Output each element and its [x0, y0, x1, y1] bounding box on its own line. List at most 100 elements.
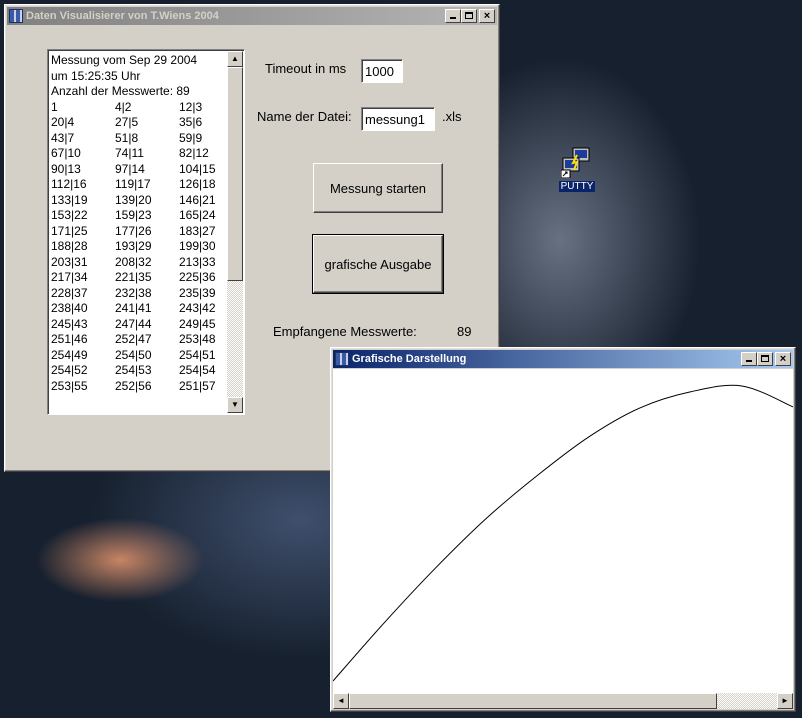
list-value: 225|36: [179, 270, 216, 284]
list-value: 228|37: [51, 285, 88, 300]
list-header-line: Messung vom Sep 29 2004: [51, 53, 198, 67]
list-item: 251|46 252|47 253|48: [51, 332, 226, 348]
app-icon[interactable]: [9, 9, 23, 23]
timeout-label: Timeout in ms: [265, 61, 347, 76]
list-value: 254|52: [51, 363, 88, 377]
list-vertical-scrollbar[interactable]: ▲ ▼: [227, 51, 243, 413]
list-item: 112|16 119|17 126|18: [51, 177, 226, 193]
list-item: 217|34 221|35 225|36: [51, 270, 226, 286]
list-value: 119|17: [115, 177, 151, 191]
list-item: 171|25 177|26 183|27: [51, 224, 226, 240]
list-value: 193|29: [115, 239, 152, 253]
putty-desktop-icon[interactable]: PUTTY: [558, 146, 596, 192]
list-value: 254|51: [179, 347, 216, 362]
measurement-listbox[interactable]: Messung vom Sep 29 2004 um 15:25:35 Uhr …: [47, 49, 245, 415]
list-value: 90|13: [51, 161, 81, 176]
list-value: 251|46: [51, 332, 88, 346]
list-value: 51|8: [115, 130, 139, 145]
close-button[interactable]: ×: [479, 9, 495, 23]
maximize-icon: [465, 12, 473, 19]
scroll-down-button[interactable]: ▼: [227, 397, 243, 413]
list-item: 245|43 247|44 249|45: [51, 317, 226, 333]
list-item: 203|31 208|32 213|33: [51, 255, 226, 271]
list-value: 254|50: [115, 347, 152, 362]
graph-app-icon[interactable]: [335, 352, 349, 366]
scroll-right-icon: ►: [781, 696, 789, 705]
list-value: 139|20: [115, 192, 152, 207]
list-value: 238|40: [51, 301, 88, 315]
graph-window-title: Grafische Darstellung: [352, 353, 467, 365]
start-measurement-button[interactable]: Messung starten: [313, 163, 443, 213]
maximize-button[interactable]: [461, 9, 477, 23]
list-item: 254|52 254|53 254|54: [51, 363, 226, 379]
minimize-button[interactable]: [445, 9, 461, 23]
list-item: 228|37 232|38 235|39: [51, 286, 226, 302]
list-value: 208|32: [115, 254, 152, 269]
list-item: 153|22 159|23 165|24: [51, 208, 226, 224]
list-header-line: um 15:25:35 Uhr: [51, 68, 141, 83]
scroll-right-button[interactable]: ►: [777, 693, 793, 709]
graph-window: Grafische Darstellung × ◄ ►: [330, 347, 796, 712]
list-item: 67|10 74|11 82|12: [51, 146, 226, 162]
main-titlebar[interactable]: Daten Visualisierer von T.Wiens 2004 ×: [7, 7, 497, 25]
list-value: 74|11: [115, 146, 144, 160]
maximize-icon: [761, 355, 769, 362]
received-values-label: Empfangene Messwerte:: [273, 324, 417, 339]
scroll-left-button[interactable]: ◄: [333, 693, 349, 709]
list-value: 254|53: [115, 363, 152, 377]
list-value: 159|23: [115, 208, 152, 222]
list-value: 35|6: [179, 115, 203, 129]
list-value: 253|48: [179, 332, 216, 346]
list-value: 82|12: [179, 146, 209, 160]
list-header-line: Anzahl der Messwerte: 89: [51, 84, 190, 98]
list-item: 238|40 241|41 243|42: [51, 301, 226, 317]
graph-close-button[interactable]: ×: [775, 352, 791, 366]
list-item: 188|28 193|29 199|30: [51, 239, 226, 255]
list-scroll-thumb[interactable]: [227, 67, 243, 281]
list-value: 104|15: [179, 161, 216, 176]
list-value: 243|42: [179, 301, 216, 315]
list-value: 183|27: [179, 223, 216, 238]
filename-input[interactable]: messung1: [361, 107, 435, 131]
list-item: 43|7 51|8 59|9: [51, 131, 226, 147]
list-value: 235|39: [179, 285, 216, 300]
scroll-up-button[interactable]: ▲: [227, 51, 243, 67]
graph-maximize-button[interactable]: [757, 352, 773, 366]
list-value: 245|43: [51, 316, 88, 331]
list-value: 97|14: [115, 161, 145, 176]
graph-chart: [333, 384, 793, 682]
graphic-output-button[interactable]: grafische Ausgabe: [312, 234, 444, 294]
graph-horizontal-scrollbar[interactable]: ◄ ►: [333, 693, 793, 709]
graph-canvas-area: [333, 369, 793, 693]
minimize-icon: [746, 360, 752, 362]
list-item: 1 4|2 12|3: [51, 100, 226, 116]
list-value: 254|49: [51, 347, 88, 362]
list-item: 90|13 97|14 104|15: [51, 162, 226, 178]
list-item: 133|19 139|20 146|21: [51, 193, 226, 209]
list-value: 252|47: [115, 332, 152, 346]
list-value: 252|56: [115, 378, 152, 393]
putty-icon: [560, 146, 593, 179]
list-value: 20|4: [51, 115, 75, 129]
list-value: 232|38: [115, 285, 152, 300]
graph-scroll-thumb[interactable]: [349, 693, 717, 709]
list-value: 247|44: [115, 316, 152, 331]
minimize-icon: [450, 17, 456, 19]
list-value: 177|26: [115, 223, 152, 238]
graph-titlebar[interactable]: Grafische Darstellung ×: [333, 350, 793, 368]
list-value: 43|7: [51, 130, 75, 145]
scroll-up-icon: ▲: [231, 54, 239, 63]
graph-minimize-button[interactable]: [741, 352, 757, 366]
list-value: 221|35: [115, 270, 152, 284]
timeout-input[interactable]: 1000: [361, 59, 403, 83]
list-value: 59|9: [179, 130, 203, 145]
list-value: 171|25: [51, 223, 88, 238]
close-icon: ×: [483, 10, 491, 22]
main-window-title: Daten Visualisierer von T.Wiens 2004: [26, 10, 219, 22]
scroll-down-icon: ▼: [231, 400, 239, 409]
list-value: 67|10: [51, 146, 81, 160]
list-value: 254|54: [179, 363, 216, 377]
list-value: 4|2: [115, 99, 132, 114]
file-extension-label: .xls: [442, 109, 462, 124]
list-value: 165|24: [179, 208, 216, 222]
